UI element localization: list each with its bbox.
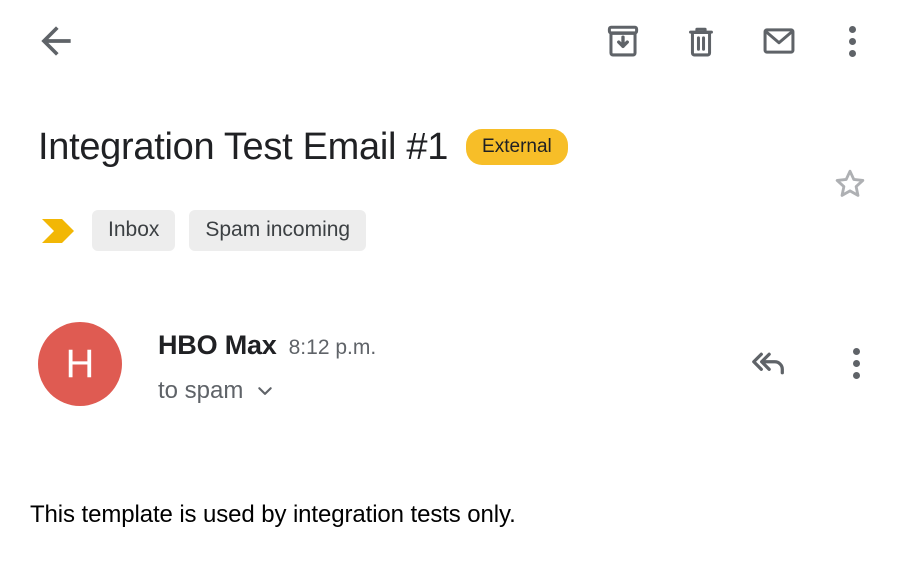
back-button[interactable]: [20, 5, 92, 77]
topbar-actions: [598, 16, 872, 66]
label-chip-inbox[interactable]: Inbox: [92, 210, 176, 251]
page-title: Integration Test Email #1: [38, 126, 449, 168]
avatar[interactable]: H: [38, 322, 122, 406]
sender-info: HBO Max 8:12 p.m. to spam: [158, 322, 746, 405]
sender-line: HBO Max 8:12 p.m.: [158, 330, 746, 361]
message-header: H HBO Max 8:12 p.m. to spam: [38, 322, 876, 406]
top-more-options-button[interactable]: [832, 16, 872, 66]
message-body: This template is used by integration tes…: [30, 501, 516, 528]
subject-row: Integration Test Email #1 External: [38, 124, 880, 170]
reply-all-icon: [752, 352, 784, 375]
labels-row: Inbox Spam incoming: [40, 210, 367, 251]
archive-icon: [607, 25, 639, 57]
label-chip-spam-incoming[interactable]: Spam incoming: [189, 210, 367, 251]
mark-unread-button[interactable]: [754, 16, 804, 66]
overflow-menu-icon: [852, 347, 860, 379]
message-timestamp: 8:12 p.m.: [288, 336, 377, 359]
message-actions: [746, 322, 876, 386]
message-more-options-button[interactable]: [836, 340, 876, 386]
star-outline-icon: [835, 169, 865, 197]
status-badge: External: [466, 129, 568, 165]
recipient-toggle[interactable]: to spam: [158, 377, 746, 405]
star-button[interactable]: [824, 158, 876, 210]
sender-name[interactable]: HBO Max: [158, 330, 277, 361]
overflow-menu-icon: [848, 25, 856, 57]
envelope-icon: [763, 28, 795, 54]
important-marker-icon[interactable]: [40, 214, 78, 248]
reply-all-button[interactable]: [746, 340, 792, 386]
email-detail-screen: Integration Test Email #1 External Inbox…: [0, 0, 900, 561]
important-chevron-icon: [42, 218, 74, 243]
delete-button[interactable]: [676, 16, 726, 66]
recipient-label: to spam: [158, 377, 244, 404]
top-action-bar: [0, 0, 900, 82]
chevron-down-icon: [258, 387, 273, 395]
trash-icon: [689, 27, 713, 57]
arrow-left-icon: [41, 26, 71, 56]
archive-button[interactable]: [598, 16, 648, 66]
